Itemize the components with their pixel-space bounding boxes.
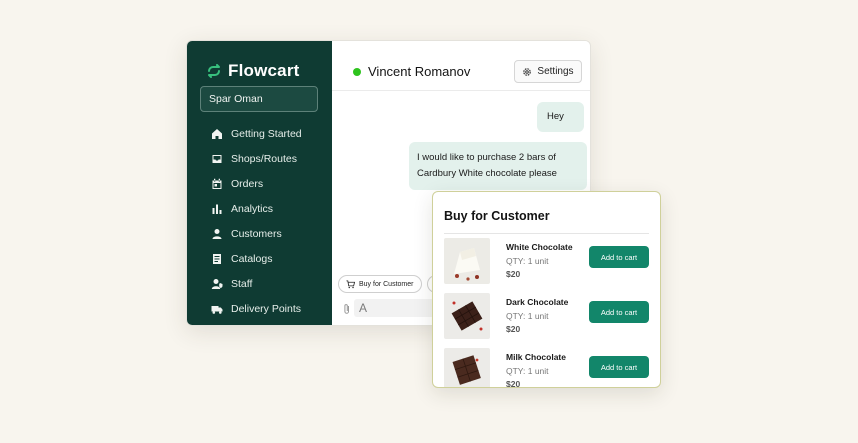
catalog-icon [211, 253, 223, 265]
cart-icon [346, 279, 355, 288]
sidebar-item-label: Analytics [231, 202, 274, 215]
product-qty: QTY: 1 unit [506, 256, 549, 266]
brand-name: Flowcart [228, 61, 300, 80]
product-qty: QTY: 1 unit [506, 366, 549, 376]
sidebar-item-label: Staff [231, 277, 253, 290]
product-row: White Chocolate QTY: 1 unit $20 Add to c… [444, 238, 652, 286]
product-row: Milk Chocolate QTY: 1 unit $20 Add to ca… [444, 348, 652, 388]
product-qty: QTY: 1 unit [506, 311, 549, 321]
divider [444, 233, 649, 234]
truck-icon [211, 303, 223, 315]
sidebar-item-staff[interactable]: Staff [187, 271, 332, 296]
sidebar-item-getting-started[interactable]: Getting Started [187, 121, 332, 146]
gear-icon [523, 67, 532, 76]
sidebar: Flowcart Spar Oman Getting Started Shops… [187, 41, 332, 325]
online-status-dot [353, 68, 361, 76]
chat-header: Vincent Romanov Settings [332, 41, 590, 91]
product-price: $20 [506, 324, 521, 334]
panel-title: Buy for Customer [444, 209, 550, 223]
sidebar-item-orders[interactable]: Orders [187, 171, 332, 196]
product-name: Milk Chocolate [506, 352, 566, 362]
buy-for-customer-chip[interactable]: Buy for Customer [338, 275, 422, 293]
sidebar-item-delivery-points[interactable]: Delivery Points [187, 296, 332, 321]
bar-chart-icon [211, 203, 223, 215]
chat-message-outgoing: I would like to purchase 2 bars of Cardb… [409, 142, 587, 190]
sidebar-item-analytics[interactable]: Analytics [187, 196, 332, 221]
sidebar-item-label: Catalogs [231, 252, 273, 265]
sidebar-item-catalogs[interactable]: Catalogs [187, 246, 332, 271]
settings-button-label: Settings [537, 66, 574, 77]
product-name: White Chocolate [506, 242, 573, 252]
user-icon [211, 228, 223, 240]
white-chocolate-image [444, 238, 490, 284]
staff-icon [211, 278, 223, 290]
sidebar-item-label: Customers [231, 227, 282, 240]
add-to-cart-button[interactable]: Add to cart [589, 356, 649, 378]
flowcart-logo-icon [208, 64, 220, 78]
calendar-icon [211, 178, 223, 190]
sidebar-item-label: Delivery Points [231, 302, 302, 315]
attachment-icon[interactable] [342, 303, 352, 315]
message-input[interactable] [354, 299, 444, 317]
add-to-cart-button[interactable]: Add to cart [589, 246, 649, 268]
product-name: Dark Chocolate [506, 297, 569, 307]
sidebar-item-label: Orders [231, 177, 264, 190]
page-background: Flowcart Spar Oman Getting Started Shops… [0, 0, 858, 443]
milk-chocolate-image [444, 348, 490, 387]
sidebar-item-customers[interactable]: Customers [187, 221, 332, 246]
sidebar-item-label: Shops/Routes [231, 152, 297, 165]
add-to-cart-button[interactable]: Add to cart [589, 301, 649, 323]
buy-for-customer-panel: Buy for Customer White Chocolate QTY: 1 … [432, 191, 661, 388]
inbox-icon [211, 153, 223, 165]
buy-for-customer-chip-label: Buy for Customer [359, 280, 414, 288]
shop-selector[interactable]: Spar Oman [200, 86, 318, 112]
product-price: $20 [506, 379, 521, 388]
contact-name: Vincent Romanov [368, 64, 471, 79]
dark-chocolate-image [444, 293, 490, 339]
product-price: $20 [506, 269, 521, 279]
brand: Flowcart [206, 61, 300, 81]
home-icon [211, 128, 223, 140]
sidebar-item-label: Getting Started [231, 127, 302, 140]
product-row: Dark Chocolate QTY: 1 unit $20 Add to ca… [444, 293, 652, 341]
sidebar-item-shops-routes[interactable]: Shops/Routes [187, 146, 332, 171]
chat-message-outgoing: Hey [537, 102, 584, 132]
sidebar-nav: Getting Started Shops/Routes Orders Anal… [187, 121, 332, 321]
settings-button[interactable]: Settings [514, 60, 582, 83]
